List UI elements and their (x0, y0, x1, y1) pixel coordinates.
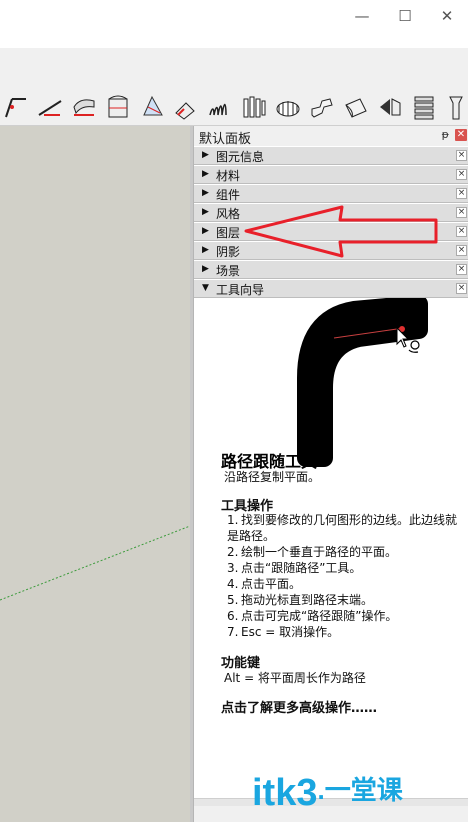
collapsed-arrow-icon: ▶ (202, 245, 209, 255)
pin-tool-icon[interactable] (442, 93, 468, 121)
tray-close-icon[interactable]: × (456, 264, 467, 275)
tray-close-icon[interactable]: × (456, 245, 467, 256)
default-tray-panel: 默认面板 ᵽ ✕ ▶ 图元信息 × ▶ 材料 × ▶ 组件 × ▶ 风格 × ▶… (193, 126, 468, 822)
tray-close-icon[interactable]: × (456, 226, 467, 237)
tray-instructor[interactable]: ▼ 工具向导 × (194, 279, 468, 298)
panel-title: 默认面板 (199, 132, 252, 147)
spring-tool-icon[interactable] (206, 93, 234, 121)
collapsed-arrow-icon: ▶ (202, 169, 209, 179)
pin-icon[interactable]: ᵽ (442, 128, 449, 141)
menu-band (0, 48, 468, 88)
step-number: 6. (227, 609, 239, 623)
coil-tool-icon[interactable] (240, 93, 268, 121)
expanded-arrow-icon: ▼ (202, 283, 209, 293)
step-number: 3. (227, 561, 239, 575)
step-number: 2. (227, 545, 239, 559)
instructor-content: 路径跟随工具 沿路径复制平面。 工具操作 1. 找到要修改的几何图形的边线。此边线… (194, 298, 468, 798)
tray-close-icon[interactable]: × (456, 283, 467, 294)
step-number: 7. (227, 625, 239, 639)
collapsed-arrow-icon: ▶ (202, 207, 209, 217)
close-window-button[interactable]: ✕ (432, 4, 462, 28)
collapsed-arrow-icon: ▶ (202, 150, 209, 160)
green-axis-line (0, 525, 190, 601)
stack-tool-icon[interactable] (410, 93, 438, 121)
step-number: 4. (227, 577, 239, 591)
cabinet-tool-icon[interactable] (104, 93, 132, 121)
collapsed-arrow-icon: ▶ (202, 264, 209, 274)
step-item: 4. 点击平面。 (227, 576, 457, 592)
watermark-logo: itk3.一堂课 (252, 770, 403, 820)
keys-text: Alt = 将平面周长作为路径 (224, 671, 366, 685)
tray-close-icon[interactable]: × (456, 207, 467, 218)
tray-label: 场景 (216, 264, 241, 278)
tray-scenes[interactable]: ▶ 场景 × (194, 260, 468, 279)
tray-label: 组件 (216, 188, 241, 202)
minimize-button[interactable]: — (347, 4, 377, 28)
step-number: 5. (227, 593, 239, 607)
tray-styles[interactable]: ▶ 风格 × (194, 203, 468, 222)
tray-label: 风格 (216, 207, 241, 221)
step-item: 6. 点击可完成“路径跟随”操作。 (227, 608, 457, 624)
step-item: 1. 找到要修改的几何图形的边线。此边线就是路径。 (227, 512, 457, 544)
step-text: 找到要修改的几何图形的边线。此边线就是路径。 (227, 513, 458, 543)
step-number: 1. (227, 513, 239, 527)
tray-label: 阴影 (216, 245, 241, 259)
section-tool-icon[interactable] (138, 93, 166, 121)
tray-shadows[interactable]: ▶ 阴影 × (194, 241, 468, 260)
followme-tool-icon[interactable] (70, 93, 98, 121)
flip-tool-icon[interactable] (376, 93, 404, 121)
watermark-text: itk3 (252, 772, 318, 814)
more-operations-link[interactable]: 点击了解更多高级操作…… (221, 697, 377, 716)
tray-label: 图元信息 (216, 150, 265, 164)
tray-close-icon[interactable]: × (456, 169, 467, 180)
toolbar (0, 88, 468, 126)
watermark-suffix: .一堂课 (317, 775, 403, 805)
panel-close-button[interactable]: ✕ (455, 129, 467, 141)
step-item: 5. 拖动光标直到路径末端。 (227, 592, 457, 608)
collapsed-arrow-icon: ▶ (202, 188, 209, 198)
tray-label: 工具向导 (216, 283, 265, 297)
paint-tool-icon[interactable] (172, 93, 200, 121)
surface-tool-icon[interactable] (342, 93, 370, 121)
tray-layers[interactable]: ▶ 图层 × (194, 222, 468, 241)
collapsed-arrow-icon: ▶ (202, 226, 209, 236)
step-text: 点击“跟随路径”工具。 (241, 561, 362, 575)
guide-subtitle: 沿路径复制平面。 (224, 470, 321, 484)
step-text: Esc = 取消操作。 (241, 625, 340, 639)
tray-components[interactable]: ▶ 组件 × (194, 184, 468, 203)
step-item: 2. 绘制一个垂直于路径的平面。 (227, 544, 457, 560)
step-text: 拖动光标直到路径末端。 (241, 593, 374, 607)
panel-title-bar: 默认面板 ᵽ ✕ (194, 126, 468, 147)
title-bar: — ☐ ✕ (0, 0, 468, 48)
step-item: 3. 点击“跟随路径”工具。 (227, 560, 457, 576)
maximize-button[interactable]: ☐ (390, 4, 420, 28)
tray-close-icon[interactable]: × (456, 188, 467, 199)
step-text: 点击可完成“路径跟随”操作。 (241, 609, 398, 623)
drawing-canvas[interactable] (0, 126, 190, 822)
arc-tool-icon[interactable] (36, 93, 64, 121)
step-text: 绘制一个垂直于路径的平面。 (241, 545, 398, 559)
step-item: 7. Esc = 取消操作。 (227, 624, 457, 640)
line-tool-icon[interactable] (2, 93, 30, 121)
bend-tool-icon[interactable] (308, 93, 336, 121)
tray-materials[interactable]: ▶ 材料 × (194, 165, 468, 184)
tray-label: 材料 (216, 169, 241, 183)
ring-tool-icon[interactable] (274, 93, 302, 121)
tray-label: 图层 (216, 226, 241, 240)
tray-close-icon[interactable]: × (456, 150, 467, 161)
tray-entity-info[interactable]: ▶ 图元信息 × (194, 146, 468, 165)
step-text: 点击平面。 (241, 577, 302, 591)
